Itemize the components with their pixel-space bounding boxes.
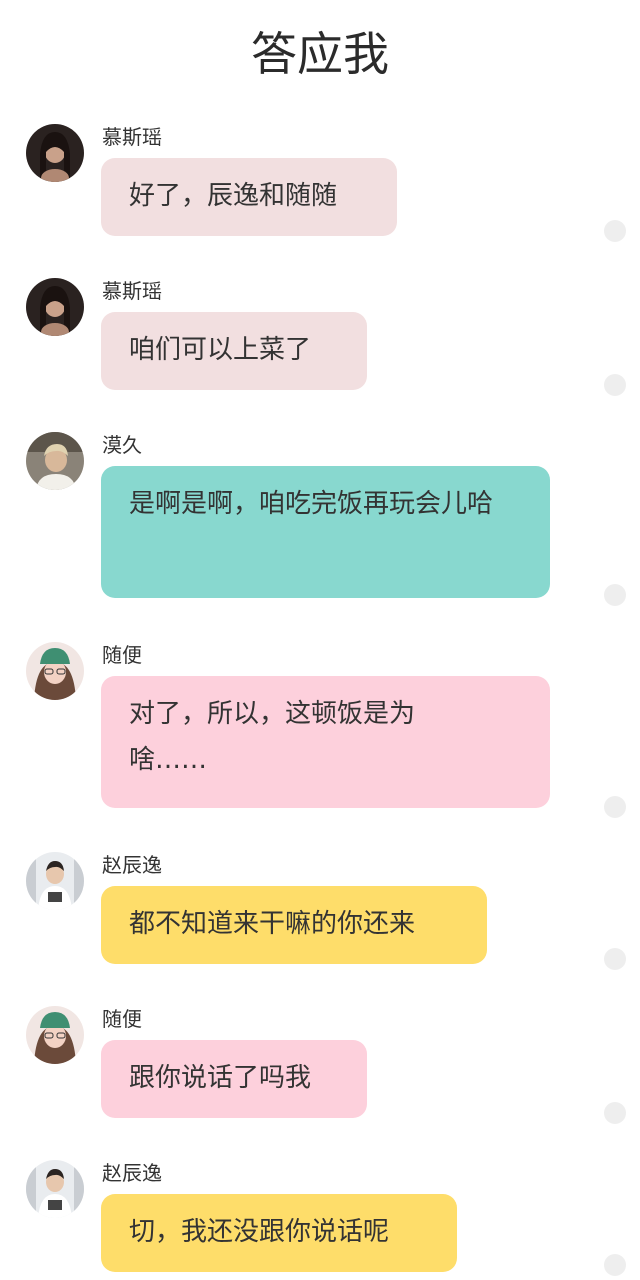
boy-white-tee-avatar [26, 1160, 84, 1218]
girl-dark-hair-avatar [26, 124, 84, 182]
status-dot [604, 584, 626, 606]
message-bubble[interactable]: 咱们可以上菜了 [101, 312, 367, 390]
sender-name: 赵辰逸 [102, 1161, 162, 1185]
message-bubble[interactable]: 切，我还没跟你说话呢 [101, 1194, 457, 1272]
page-title: 答应我 [251, 27, 389, 81]
message-bubble[interactable]: 都不知道来干嘛的你还来 [101, 886, 487, 964]
avatar[interactable] [26, 432, 84, 490]
sender-name: 赵辰逸 [102, 853, 162, 877]
sender-name: 随便 [102, 1007, 142, 1031]
message-bubble[interactable]: 好了，辰逸和随随 [101, 158, 397, 236]
status-dot [604, 796, 626, 818]
status-dot [604, 374, 626, 396]
status-dot [604, 1102, 626, 1124]
boy-white-tee-avatar [26, 852, 84, 910]
message-bubble[interactable]: 对了，所以，这顿饭是为啥…… [101, 676, 550, 808]
avatar[interactable] [26, 1006, 84, 1064]
sender-name: 漠久 [102, 433, 142, 457]
status-dot [604, 220, 626, 242]
sender-name: 随便 [102, 643, 142, 667]
sender-name: 慕斯瑶 [102, 125, 162, 149]
avatar[interactable] [26, 278, 84, 336]
avatar[interactable] [26, 1160, 84, 1218]
avatar[interactable] [26, 124, 84, 182]
avatar[interactable] [26, 852, 84, 910]
sender-name: 慕斯瑶 [102, 279, 162, 303]
girl-green-cap-avatar [26, 642, 84, 700]
status-dot [604, 1254, 626, 1276]
status-dot [604, 948, 626, 970]
girl-dark-hair-avatar [26, 278, 84, 336]
message-bubble[interactable]: 跟你说话了吗我 [101, 1040, 367, 1118]
message-bubble[interactable]: 是啊是啊，咱吃完饭再玩会儿哈 [101, 466, 550, 598]
avatar[interactable] [26, 642, 84, 700]
boy-photo-avatar [26, 432, 84, 490]
girl-green-cap-avatar [26, 1006, 84, 1064]
